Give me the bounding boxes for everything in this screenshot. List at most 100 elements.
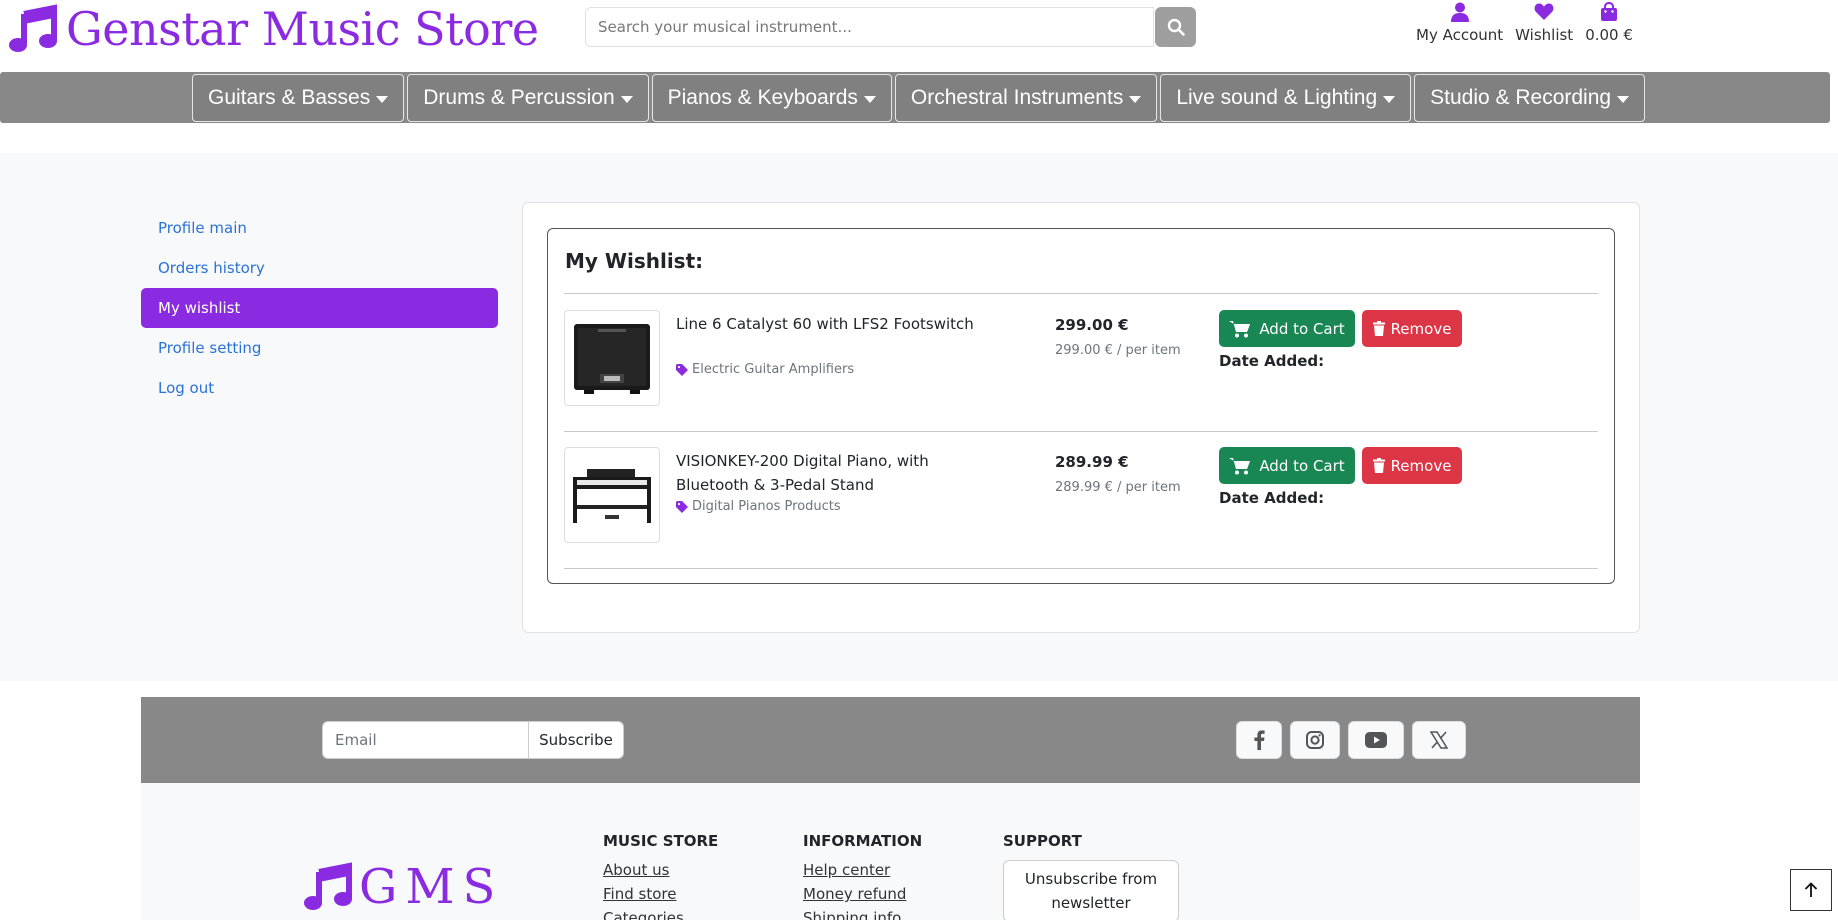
nav-live-sound-lighting[interactable]: Live sound & Lighting [1160,74,1412,122]
sidebar-item-log-out[interactable]: Log out [141,368,498,408]
nav-guitars-basses[interactable]: Guitars & Basses [192,74,405,122]
nav-label: Studio & Recording [1430,86,1612,109]
caret-down-icon [1617,95,1630,103]
nav-label: Pianos & Keyboards [667,86,858,109]
product-unit-price: 289.99 € / per item [1055,480,1181,495]
product-unit-price: 299.00 € / per item [1055,343,1181,358]
product-category: Digital Pianos Products [676,499,841,514]
search-button[interactable] [1155,7,1196,47]
remove-label: Remove [1390,319,1452,338]
music-note-icon [304,862,352,910]
sidebar-item-orders-history[interactable]: Orders history [141,248,498,288]
site-logo[interactable]: Genstar Music Store [8,0,539,58]
email-field[interactable] [322,721,529,759]
trash-icon [1372,458,1385,473]
wishlist-title: My Wishlist: [565,249,704,273]
footer-link-help-center[interactable]: Help center [803,860,922,880]
trash-icon [1372,321,1385,336]
wishlist-link[interactable]: Wishlist [1509,2,1579,44]
sidebar-item-profile-setting[interactable]: Profile setting [141,328,498,368]
tag-icon [676,500,688,513]
product-category: Electric Guitar Amplifiers [676,362,854,377]
amplifier-image [574,324,650,394]
divider [564,568,1598,569]
product-image-amplifier[interactable] [564,310,660,406]
arrow-up-icon [1804,882,1818,897]
wishlist-panel: My Wishlist: Line 6 Catalyst 60 with LFS… [547,228,1615,584]
search-input[interactable] [585,7,1154,47]
cart-link[interactable]: 0.00 € [1579,2,1639,44]
cart-total: 0.00 € [1585,26,1633,44]
date-added-label: Date Added: [1219,352,1325,370]
footer-col-title: MUSIC STORE [603,832,719,850]
remove-button[interactable]: Remove [1362,447,1462,484]
nav-studio-recording[interactable]: Studio & Recording [1414,74,1646,122]
remove-button[interactable]: Remove [1362,310,1462,347]
footer: GMS MUSIC STORE About us Find store Cate… [141,783,1640,920]
footer-col-support: SUPPORT Unsubscribe from newsletter [1003,832,1179,920]
remove-label: Remove [1390,456,1452,475]
subscribe-button[interactable]: Subscribe [529,721,624,759]
add-to-cart-label: Add to Cart [1259,319,1345,338]
nav-pianos-keyboards[interactable]: Pianos & Keyboards [651,74,892,122]
product-price: 289.99 € [1055,453,1129,471]
main-nav: Guitars & Basses Drums & Percussion Pian… [0,72,1830,123]
footer-logo[interactable]: GMS [303,859,503,915]
search-bar [585,7,1196,47]
footer-link-shipping-info[interactable]: Shipping info [803,908,922,920]
product-name[interactable]: Line 6 Catalyst 60 with LFS2 Footswitch [676,312,976,336]
shopping-bag-icon [1601,2,1618,21]
footer-col-title: SUPPORT [1003,832,1082,850]
caret-down-icon [620,95,633,103]
product-price: 299.00 € [1055,316,1129,334]
instagram-link[interactable] [1290,721,1340,759]
add-to-cart-button[interactable]: Add to Cart [1219,447,1355,484]
wishlist-item: Line 6 Catalyst 60 with LFS2 Footswitch … [564,294,1598,431]
profile-sidebar: Profile main Orders history My wishlist … [141,208,498,408]
sidebar-item-my-wishlist[interactable]: My wishlist [141,288,498,328]
nav-drums-percussion[interactable]: Drums & Percussion [407,74,649,122]
social-links [1236,721,1466,759]
caret-down-icon [1383,95,1396,103]
footer-link-money-refund[interactable]: Money refund [803,884,922,904]
footer-link-about-us[interactable]: About us [603,860,718,880]
facebook-link[interactable] [1236,721,1282,759]
unsubscribe-button[interactable]: Unsubscribe from newsletter [1003,860,1179,920]
content-card: My Wishlist: Line 6 Catalyst 60 with LFS… [522,202,1640,633]
site-title: Genstar Music Store [66,2,539,56]
wishlist-label: Wishlist [1515,26,1574,44]
search-icon [1167,18,1185,36]
nav-label: Orchestral Instruments [910,86,1124,109]
footer-col-information: INFORMATION Help center Money refund Shi… [803,832,922,920]
subscribe-form: Subscribe [322,721,624,759]
footer-link-categories[interactable]: Categories [603,908,718,920]
category-label: Electric Guitar Amplifiers [692,362,855,377]
facebook-icon [1254,730,1265,750]
my-account-link[interactable]: My Account [1410,2,1509,44]
product-name[interactable]: VISIONKEY-200 Digital Piano, with Blueto… [676,449,976,497]
nav-orchestral-instruments[interactable]: Orchestral Instruments [894,74,1158,122]
user-icon [1450,2,1469,22]
cart-icon [1229,320,1251,337]
category-label: Digital Pianos Products [692,499,841,514]
x-link[interactable] [1412,721,1466,759]
digital-piano-image [573,469,651,523]
footer-col-title: INFORMATION [803,832,923,850]
wishlist-item: VISIONKEY-200 Digital Piano, with Blueto… [564,431,1598,568]
caret-down-icon [376,95,389,103]
header-actions: My Account Wishlist 0.00 € [1410,2,1639,44]
my-account-label: My Account [1416,26,1504,44]
caret-down-icon [863,95,876,103]
sidebar-item-profile-main[interactable]: Profile main [141,208,498,248]
add-to-cart-button[interactable]: Add to Cart [1219,310,1355,347]
nav-label: Drums & Percussion [423,86,615,109]
footer-logo-text: GMS [359,859,504,915]
back-to-top-button[interactable] [1790,869,1832,911]
instagram-icon [1306,731,1324,749]
nav-label: Live sound & Lighting [1176,86,1378,109]
heart-icon [1534,3,1554,20]
footer-link-find-store[interactable]: Find store [603,884,718,904]
youtube-link[interactable] [1348,721,1404,759]
product-image-digital-piano[interactable] [564,447,660,543]
nav-label: Guitars & Basses [208,86,371,109]
